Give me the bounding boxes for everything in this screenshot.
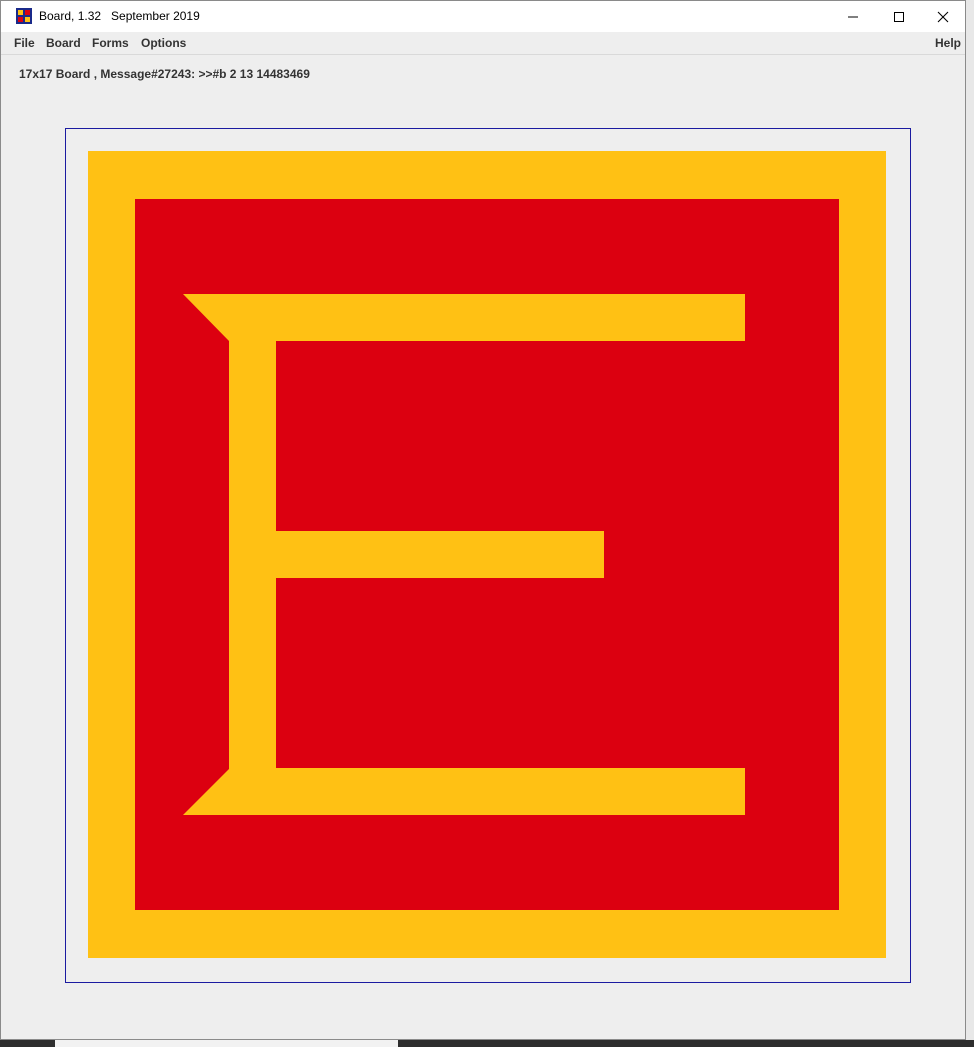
menu-options[interactable]: Options — [141, 36, 186, 50]
menu-file[interactable]: File — [14, 36, 35, 50]
menu-board[interactable]: Board — [46, 36, 81, 50]
close-icon — [937, 11, 949, 22]
maximize-icon — [894, 11, 904, 22]
close-button[interactable] — [920, 1, 966, 32]
maximize-button[interactable] — [876, 1, 922, 32]
status-message: 17x17 Board , Message#27243: >>#b 2 13 1… — [19, 67, 310, 81]
background-window-edge — [966, 0, 974, 1047]
menu-help[interactable]: Help — [935, 36, 961, 50]
board-window: Board, 1.32 September 2019 File Board Fo… — [0, 0, 966, 1040]
board-app-icon — [16, 8, 32, 24]
menu-forms[interactable]: Forms — [92, 36, 129, 50]
window-title: Board, 1.32 September 2019 — [39, 9, 200, 23]
minimize-button[interactable] — [830, 1, 876, 32]
title-bar[interactable]: Board, 1.32 September 2019 — [1, 1, 965, 32]
taskbar-item — [55, 1040, 398, 1047]
board-canvas[interactable] — [88, 151, 886, 958]
menu-bar: File Board Forms Options Help — [1, 32, 965, 55]
minimize-icon — [848, 16, 858, 17]
